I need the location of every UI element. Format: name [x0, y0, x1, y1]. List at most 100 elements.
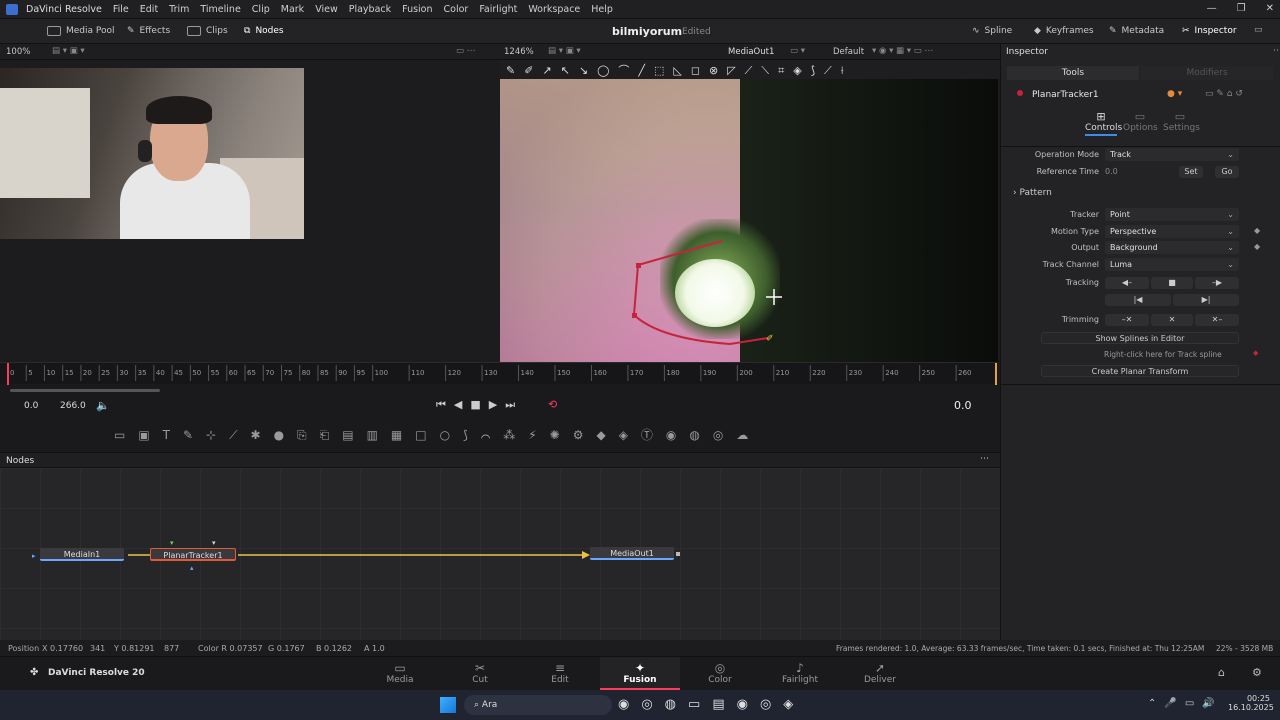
menu-item-timeline[interactable]: Timeline: [200, 4, 240, 15]
track-to-start-button[interactable]: |◀: [1105, 294, 1171, 306]
page-tab-media[interactable]: ▭ Media: [360, 657, 440, 690]
menu-item-fusion[interactable]: Fusion: [402, 4, 432, 15]
end-frame[interactable]: 266.0: [60, 401, 86, 411]
go-button[interactable]: Go: [1215, 166, 1239, 178]
viewer-lut-icon[interactable]: ▭ ▾: [790, 46, 805, 56]
track-polygon-svg[interactable]: ✐: [500, 79, 998, 362]
trim-all-button[interactable]: ✕: [1151, 314, 1193, 326]
audio-icon[interactable]: 🔈: [96, 399, 110, 412]
track-stop-button[interactable]: ■: [1151, 277, 1193, 289]
inspector-button[interactable]: ✂ Inspector: [1182, 26, 1237, 36]
right-viewer-options-icon[interactable]: ▤ ▾ ▣ ▾: [548, 46, 581, 56]
polygon-tools-icons[interactable]: ✎✐↗↖↘◯⌒╱⬚◺◻⊗◸⟋⟍⌗◈⟆⟋⟊: [506, 62, 853, 78]
polygon-point[interactable]: [632, 313, 637, 318]
taskbar-search[interactable]: ⌕ Ara: [464, 695, 612, 715]
menu-item-trim[interactable]: Trim: [169, 4, 189, 15]
create-planar-transform-button[interactable]: Create Planar Transform: [1041, 365, 1239, 377]
fullscreen-icon[interactable]: ▭: [1254, 25, 1263, 35]
node-graph[interactable]: MediaIn1 PlanarTracker1 MediaOut1 ▸ ▾ ▾ …: [0, 468, 1000, 640]
tab-modifiers[interactable]: Modifiers: [1141, 66, 1273, 80]
clips-button[interactable]: Clips: [187, 26, 228, 36]
node-mediaout[interactable]: MediaOut1: [590, 547, 674, 560]
track-polygon-path[interactable]: [632, 240, 769, 346]
page-tab-cut[interactable]: ✂ Cut: [440, 657, 520, 690]
gear-icon[interactable]: ⚙: [1252, 666, 1262, 679]
page-tab-deliver[interactable]: ➚ Deliver: [840, 657, 920, 690]
operation-mode-select[interactable]: Track ⌄: [1105, 148, 1239, 161]
nodes-menu-icon[interactable]: ⋯: [980, 454, 989, 464]
playback-controls[interactable]: ⏮◀■▶⏭: [436, 398, 523, 412]
windows-start-icon[interactable]: [440, 697, 456, 713]
current-frame[interactable]: 0.0: [954, 399, 972, 412]
menu-item-workspace[interactable]: Workspace: [528, 4, 580, 15]
keyframe-diamond-icon[interactable]: ◆: [1254, 242, 1260, 251]
home-icon[interactable]: ⌂: [1218, 666, 1225, 679]
motion-type-select[interactable]: Perspective ⌄: [1105, 225, 1239, 238]
nodes-button[interactable]: ⧉ Nodes: [244, 26, 284, 36]
viewer-mode[interactable]: Default: [833, 47, 864, 57]
track-spline-hint[interactable]: Right-click here for Track spline: [1104, 350, 1222, 359]
page-tab-fairlight[interactable]: ♪ Fairlight: [760, 657, 840, 690]
page-tab-fusion[interactable]: ✦ Fusion: [600, 657, 680, 690]
mediaout-port[interactable]: [676, 552, 680, 556]
menu-item-clip[interactable]: Clip: [252, 4, 270, 15]
menu-item-edit[interactable]: Edit: [140, 4, 158, 15]
show-splines-button[interactable]: Show Splines in Editor: [1041, 332, 1239, 344]
output-select[interactable]: Background ⌄: [1105, 241, 1239, 254]
inspector-menu-icon[interactable]: ⋯: [1273, 46, 1280, 56]
menu-item-file[interactable]: File: [113, 4, 129, 15]
page-tab-edit[interactable]: ≡ Edit: [520, 657, 600, 690]
fusion-tools-icons[interactable]: ▭▣T✎⊹⟋✱●⎘⎗▤▥▦□○⟆⌒⁂⚡✺⚙◆◈Ⓣ◉◍◎☁: [114, 426, 761, 443]
loop-icon[interactable]: ⟲: [548, 398, 557, 411]
subtab-controls[interactable]: ⊞ Controls: [1085, 110, 1122, 136]
viewer-extra-icons[interactable]: ▾ ◉ ▾ ▦ ▾ ▭ ⋯: [872, 46, 933, 56]
metadata-button[interactable]: ✎ Metadata: [1109, 26, 1164, 36]
tool-color-dot[interactable]: ● ▾: [1167, 89, 1182, 99]
reference-time-value[interactable]: 0.0: [1105, 167, 1118, 176]
node-mediain[interactable]: MediaIn1: [40, 548, 124, 561]
left-viewer-options-icon[interactable]: ▤ ▾ ▣ ▾: [52, 46, 85, 56]
set-button[interactable]: Set: [1179, 166, 1203, 178]
pattern-section[interactable]: › Pattern: [1013, 188, 1052, 198]
subtab-settings[interactable]: ▭ Settings: [1163, 110, 1200, 133]
menu-item-mark[interactable]: Mark: [281, 4, 304, 15]
menu-item-help[interactable]: Help: [591, 4, 613, 15]
keyframe-diamond-icon[interactable]: ◆: [1254, 226, 1260, 235]
clock-date: 16.10.2025: [1228, 703, 1274, 712]
track-to-end-button[interactable]: ▶|: [1173, 294, 1239, 306]
trim-backward-button[interactable]: –✕: [1105, 314, 1149, 326]
effects-button[interactable]: ✎ Effects: [127, 26, 170, 36]
tray-icons[interactable]: ⌃🎤▭🔊: [1148, 698, 1223, 709]
right-viewer[interactable]: ✐: [500, 79, 998, 362]
menu-item-color[interactable]: Color: [444, 4, 469, 15]
tool-header-icons[interactable]: ▭ ✎ ⌂ ↺: [1205, 89, 1243, 99]
media-pool-button[interactable]: Media Pool: [47, 26, 115, 36]
keyframes-button[interactable]: ◆ Keyframes: [1034, 26, 1094, 36]
menu-item-playback[interactable]: Playback: [349, 4, 391, 15]
tab-tools[interactable]: Tools: [1007, 66, 1139, 80]
clock[interactable]: 00:25 16.10.2025: [1228, 694, 1274, 712]
spline-button[interactable]: ∿ Spline: [972, 26, 1012, 36]
track-channel-select[interactable]: Luma ⌄: [1105, 258, 1239, 271]
polygon-point[interactable]: [636, 263, 641, 268]
track-backward-button[interactable]: ◀–: [1105, 277, 1149, 289]
left-zoom[interactable]: 100%: [6, 47, 30, 57]
left-viewer-menu-icon[interactable]: ▭ ⋯: [456, 46, 475, 56]
timeline-ruler[interactable]: 0 5 10 15 20 25 30 35 40 45 50 55 60 65 70 75 80 85 90 95 10…: [0, 362, 998, 385]
trim-forward-button[interactable]: ✕–: [1195, 314, 1239, 326]
ruler-svg[interactable]: 0 5 10 15 20 25 30 35 40 45 50 55 60 65 70 75 80 85 90 95 10…: [0, 363, 998, 385]
close-icon[interactable]: ✕: [1266, 3, 1274, 14]
track-forward-button[interactable]: –▶: [1195, 277, 1239, 289]
menu-item-view[interactable]: View: [315, 4, 338, 15]
menu-item-fairlight[interactable]: Fairlight: [479, 4, 517, 15]
tracker-select[interactable]: Point ⌄: [1105, 208, 1239, 221]
maximize-icon[interactable]: ❐: [1237, 3, 1246, 14]
right-zoom[interactable]: 1246%: [504, 47, 534, 57]
taskbar-apps[interactable]: ◉◎◍▭▤◉◎◈: [618, 697, 805, 712]
timeline-scrollbar[interactable]: [10, 389, 160, 392]
node-planartracker[interactable]: PlanarTracker1: [150, 548, 236, 561]
minimize-icon[interactable]: —: [1207, 3, 1217, 14]
start-frame[interactable]: 0.0: [24, 401, 38, 411]
subtab-options[interactable]: ▭ Options: [1123, 110, 1158, 133]
page-tab-color[interactable]: ◎ Color: [680, 657, 760, 690]
